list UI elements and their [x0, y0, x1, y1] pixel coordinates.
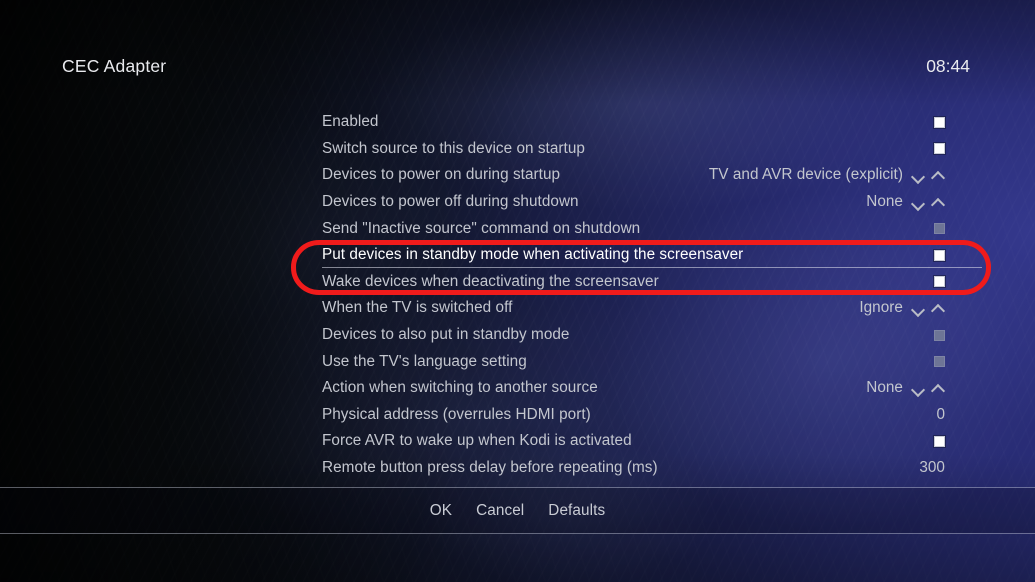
setting-row[interactable]: Put devices in standby mode when activat…	[300, 242, 990, 269]
footer-cancel-button[interactable]: Cancel	[476, 502, 524, 520]
page-title: CEC Adapter	[62, 56, 167, 76]
checkbox-toggle[interactable]	[934, 276, 945, 288]
setting-label: Physical address (overrules HDMI port)	[322, 405, 591, 423]
spinner-control[interactable]	[912, 198, 945, 206]
setting-row[interactable]: Force AVR to wake up when Kodi is activa…	[300, 428, 990, 455]
setting-label: Send "Inactive source" command on shutdo…	[322, 219, 641, 237]
setting-row[interactable]: When the TV is switched off Ignore	[300, 295, 990, 322]
footer-divider-bottom	[0, 533, 1035, 534]
setting-label: Enabled	[322, 113, 379, 131]
setting-value[interactable]	[934, 435, 990, 447]
setting-row[interactable]: Switch source to this device on startup	[300, 136, 990, 163]
setting-label: Devices to also put in standby mode	[322, 326, 570, 344]
setting-row[interactable]: Use the TV's language setting	[300, 348, 990, 375]
setting-label: Action when switching to another source	[322, 379, 598, 397]
chevron-up-icon[interactable]	[932, 304, 945, 312]
setting-row[interactable]: Physical address (overrules HDMI port) 0	[300, 402, 990, 429]
checkbox-toggle[interactable]	[934, 356, 945, 368]
setting-row[interactable]: Wake devices when deactivating the scree…	[300, 269, 990, 296]
checkbox-toggle[interactable]	[934, 329, 945, 341]
chevron-up-icon[interactable]	[932, 384, 945, 392]
setting-value-text: 300	[919, 459, 945, 477]
setting-label: Devices to power off during shutdown	[322, 193, 579, 211]
setting-value[interactable]	[934, 116, 990, 128]
setting-value[interactable]: TV and AVR device (explicit)	[709, 166, 990, 184]
clock-label: 08:44	[926, 56, 970, 76]
setting-value[interactable]	[934, 356, 990, 368]
setting-value[interactable]	[934, 249, 990, 261]
setting-label: Devices to power on during startup	[322, 166, 561, 184]
chevron-down-icon[interactable]	[912, 198, 925, 206]
chevron-down-icon[interactable]	[912, 304, 925, 312]
setting-value[interactable]	[934, 276, 990, 288]
setting-label: Force AVR to wake up when Kodi is activa…	[322, 432, 632, 450]
setting-value[interactable]	[934, 329, 990, 341]
checkbox-toggle[interactable]	[934, 249, 945, 261]
chevron-down-icon[interactable]	[912, 384, 925, 392]
setting-value[interactable]: None	[866, 193, 990, 211]
setting-label: Switch source to this device on startup	[322, 139, 585, 157]
setting-row[interactable]: Devices to power off during shutdown None	[300, 189, 990, 216]
setting-row[interactable]: Send "Inactive source" command on shutdo…	[300, 215, 990, 242]
setting-value[interactable]: 0	[936, 406, 990, 424]
footer-button-bar: OK Cancel Defaults	[0, 488, 1035, 533]
setting-value[interactable]	[934, 223, 990, 235]
checkbox-toggle[interactable]	[934, 223, 945, 235]
kodi-settings-screen: CEC Adapter 08:44 Enabled Switch source t…	[0, 0, 1035, 582]
setting-value[interactable]	[934, 143, 990, 155]
setting-label: Put devices in standby mode when activat…	[322, 246, 744, 264]
setting-value-text: 0	[936, 405, 945, 423]
setting-label: When the TV is switched off	[322, 299, 513, 317]
setting-row[interactable]: Devices to power on during startup TV and…	[300, 162, 990, 189]
setting-value-text: None	[866, 193, 903, 211]
setting-row[interactable]: Enabled	[300, 109, 990, 136]
spinner-control[interactable]	[912, 171, 945, 179]
spinner-control[interactable]	[912, 304, 945, 312]
footer-ok-button[interactable]: OK	[430, 502, 452, 520]
checkbox-toggle[interactable]	[934, 435, 945, 447]
setting-value-text: None	[866, 379, 903, 397]
settings-list: Enabled Switch source to this device on s…	[300, 109, 990, 481]
setting-value[interactable]: 300	[919, 459, 990, 477]
setting-label: Use the TV's language setting	[322, 352, 527, 370]
chevron-down-icon[interactable]	[912, 171, 925, 179]
setting-label: Wake devices when deactivating the scree…	[322, 272, 659, 290]
setting-label: Remote button press delay before repeati…	[322, 459, 658, 477]
spinner-control[interactable]	[912, 384, 945, 392]
setting-value[interactable]: Ignore	[859, 299, 990, 317]
chevron-up-icon[interactable]	[932, 171, 945, 179]
setting-value-text: Ignore	[859, 299, 903, 317]
footer-defaults-button[interactable]: Defaults	[548, 502, 605, 520]
setting-row[interactable]: Devices to also put in standby mode	[300, 322, 990, 349]
window-header: CEC Adapter 08:44	[0, 56, 1035, 102]
setting-row[interactable]: Remote button press delay before repeati…	[300, 455, 990, 482]
chevron-up-icon[interactable]	[932, 198, 945, 206]
setting-row[interactable]: Action when switching to another source N…	[300, 375, 990, 402]
setting-value-text: TV and AVR device (explicit)	[708, 166, 903, 184]
setting-value[interactable]: None	[866, 379, 990, 397]
checkbox-toggle[interactable]	[934, 143, 945, 155]
checkbox-toggle[interactable]	[934, 116, 945, 128]
